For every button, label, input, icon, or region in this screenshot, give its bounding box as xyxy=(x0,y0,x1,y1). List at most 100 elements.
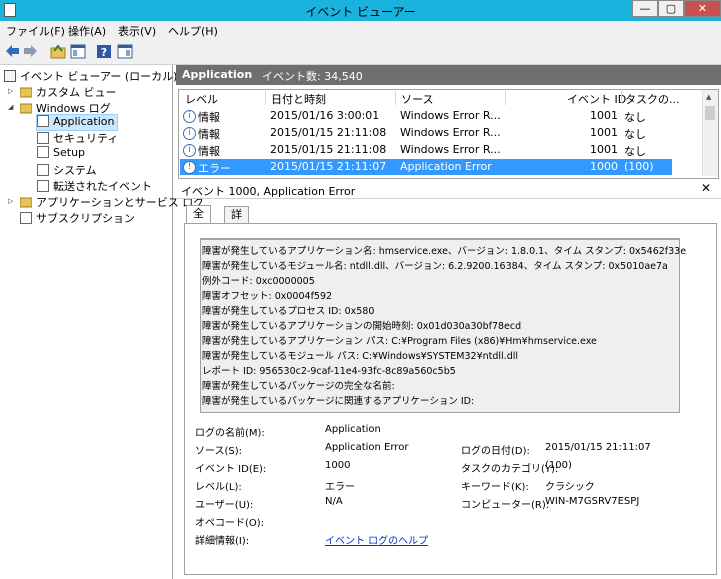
message-line: 障害オフセット: 0x0004f592 xyxy=(202,291,333,302)
info-icon: i xyxy=(183,144,196,157)
cell-datetime: 2015/01/15 21:11:08 xyxy=(270,126,387,139)
column-task-category[interactable]: タスクの... xyxy=(625,91,680,107)
event-message: 障害が発生しているアプリケーション名: hmservice.exe、バージョン:… xyxy=(200,238,686,413)
expand-arrow-icon[interactable]: ▷ xyxy=(8,197,13,205)
tree-item-setup[interactable]: Setup xyxy=(37,146,85,161)
menu-view[interactable]: 表示(V) xyxy=(118,23,156,39)
message-line: 障害が発生しているパッケージに関連するアプリケーション ID: xyxy=(202,396,475,407)
event-detail-title: イベント 1000, Application Error xyxy=(181,185,356,198)
message-line: 例外コード: 0xc0000005 xyxy=(202,276,315,287)
cell-event-id: 1000 xyxy=(590,160,618,173)
maximize-button[interactable]: ▢ xyxy=(658,0,684,17)
column-level[interactable]: レベル xyxy=(185,91,218,107)
cell-datetime: 2015/01/16 3:00:01 xyxy=(270,109,380,122)
log-title: Application xyxy=(182,68,253,81)
collapse-arrow-icon[interactable]: ◢ xyxy=(8,103,13,111)
message-line: 障害が発生しているアプリケーション パス: C:¥Program Files (… xyxy=(202,336,597,347)
computer-value: WIN-M7GSRV7ESPJ xyxy=(545,496,640,507)
tree-label: Application xyxy=(53,115,115,128)
log-icon xyxy=(37,146,49,158)
folder-icon xyxy=(19,196,33,208)
tree-item-app-service-logs[interactable]: ▷ アプリケーションとサービス ログ xyxy=(8,194,204,209)
tree-item-forwarded-events[interactable]: 転送されたイベント xyxy=(37,178,152,193)
tree-label: カスタム ビュー xyxy=(36,86,117,99)
tab-general[interactable]: 全般 xyxy=(186,205,211,236)
log-icon xyxy=(37,164,49,176)
info-icon: i xyxy=(183,127,196,140)
opcode-label: オペコード(O): xyxy=(195,518,265,529)
keywords-value: クラシック xyxy=(545,482,595,493)
message-line: 障害が発生しているパッケージの完全な名前: xyxy=(202,381,395,392)
tab-details[interactable]: 詳細 xyxy=(224,206,249,237)
folder-icon xyxy=(19,86,33,98)
column-datetime[interactable]: 日付と時刻 xyxy=(271,91,326,107)
tree-item-security[interactable]: セキュリティ xyxy=(37,130,118,145)
title-bar: イベント ビューアー — ▢ ✕ xyxy=(0,0,721,21)
tree-root[interactable]: イベント ビューアー (ローカル) xyxy=(4,68,177,83)
help-icon[interactable]: ? xyxy=(96,43,112,60)
menu-help[interactable]: ヘルプ(H) xyxy=(168,23,218,39)
general-tab-panel: 障害が発生しているアプリケーション名: hmservice.exe、バージョン:… xyxy=(184,223,717,575)
scrollbar-thumb[interactable] xyxy=(705,106,715,120)
navigation-tree: イベント ビューアー (ローカル) ▷ カスタム ビュー ◢ Windows ロ… xyxy=(0,65,204,579)
table-row[interactable]: i 情報 2015/01/15 21:11:08 Windows Error R… xyxy=(180,142,672,158)
level-value: エラー xyxy=(325,482,355,493)
log-icon xyxy=(37,115,49,127)
tree-item-windows-logs[interactable]: ◢ Windows ログ xyxy=(8,100,111,115)
user-label: ユーザー(U): xyxy=(195,500,254,511)
cell-task: なし xyxy=(624,128,646,141)
logged-label: ログの日付(D): xyxy=(461,446,530,457)
message-line: 障害が発生しているプロセス ID: 0x580 xyxy=(202,306,375,317)
tree-label: システム xyxy=(53,164,97,177)
cell-level: 情報 xyxy=(198,111,220,124)
message-line: 障害が発生しているモジュール パス: C:¥Windows¥SYSTEM32¥n… xyxy=(202,351,519,362)
event-viewer-icon xyxy=(4,70,16,82)
tree-item-application[interactable]: Application xyxy=(36,114,118,131)
cell-event-id: 1001 xyxy=(590,143,618,156)
log-name-value: Application xyxy=(325,424,381,435)
subscription-icon xyxy=(20,212,32,224)
folder-up-icon[interactable] xyxy=(50,43,66,60)
minimize-button[interactable]: — xyxy=(632,0,658,17)
show-hide-tree-icon[interactable] xyxy=(70,43,86,60)
forward-arrow-icon[interactable] xyxy=(23,43,39,60)
column-event-id[interactable]: イベント ID xyxy=(567,91,626,107)
menu-action[interactable]: 操作(A) xyxy=(68,23,106,39)
menu-bar: ファイル(F) 操作(A) 表示(V) ヘルプ(H) xyxy=(0,21,721,40)
toolbar: ? xyxy=(0,40,721,65)
scroll-up-icon[interactable]: ▲ xyxy=(706,93,711,101)
column-source[interactable]: ソース xyxy=(401,91,433,107)
cell-datetime: 2015/01/15 21:11:07 xyxy=(270,160,387,173)
expand-arrow-icon[interactable]: ▷ xyxy=(8,87,13,95)
cell-source: Windows Error R... xyxy=(400,126,501,139)
tree-label: Setup xyxy=(53,146,86,159)
cell-event-id: 1001 xyxy=(590,126,618,139)
source-value: Application Error xyxy=(325,442,409,453)
tree-label: サブスクリプション xyxy=(36,212,135,225)
back-arrow-icon[interactable] xyxy=(4,43,20,60)
log-name-label: ログの名前(M): xyxy=(195,428,265,439)
table-row-selected[interactable]: ! エラー 2015/01/15 21:11:07 Application Er… xyxy=(180,159,672,175)
action-pane-icon[interactable] xyxy=(117,43,133,60)
more-info-label: 詳細情報(I): xyxy=(195,536,250,547)
cell-level: 情報 xyxy=(198,145,220,158)
menu-file[interactable]: ファイル(F) xyxy=(6,23,65,39)
tree-item-system[interactable]: システム xyxy=(37,162,97,177)
cell-task: なし xyxy=(624,111,646,124)
message-line: 障害が発生しているアプリケーション名: hmservice.exe、バージョン:… xyxy=(202,246,687,257)
logged-value: 2015/01/15 21:11:07 xyxy=(545,442,651,453)
event-list-scrollbar[interactable]: ▲ xyxy=(702,90,718,176)
keywords-label: キーワード(K): xyxy=(461,482,529,493)
tree-item-subscriptions[interactable]: サブスクリプション xyxy=(20,210,135,225)
cell-level: エラー xyxy=(198,162,231,175)
info-icon: i xyxy=(183,110,196,123)
event-id-label: イベント ID(E): xyxy=(195,464,267,475)
tree-item-custom-views[interactable]: ▷ カスタム ビュー xyxy=(8,84,117,99)
close-button[interactable]: ✕ xyxy=(684,0,721,17)
table-row[interactable]: i 情報 2015/01/15 21:11:08 Windows Error R… xyxy=(180,125,672,141)
event-log-help-link[interactable]: イベント ログのヘルプ xyxy=(325,532,428,547)
message-line: 障害が発生しているモジュール名: ntdll.dll、バージョン: 6.2.92… xyxy=(202,261,668,272)
error-icon: ! xyxy=(183,161,196,174)
close-detail-icon[interactable]: ✕ xyxy=(701,181,711,195)
table-row[interactable]: i 情報 2015/01/16 3:00:01 Windows Error R.… xyxy=(180,108,672,124)
